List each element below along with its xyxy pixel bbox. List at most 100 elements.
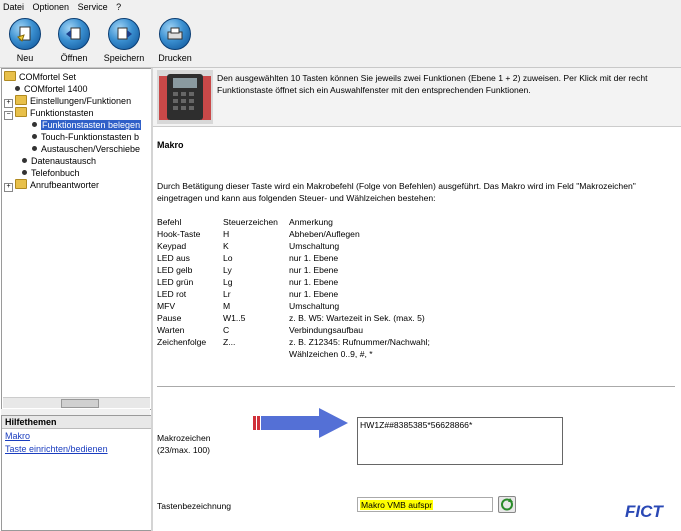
- tree-item-comfortel-1400[interactable]: COMfortel 1400: [15, 83, 88, 95]
- bullet-icon: [32, 134, 37, 139]
- table-cell: LED aus: [157, 253, 190, 263]
- table-cell: Lo: [223, 253, 233, 263]
- table-cell: Umschaltung: [289, 241, 340, 251]
- description-line-2: eingetragen und kann aus folgenden Steue…: [157, 193, 436, 203]
- table-cell: LED grün: [157, 277, 194, 287]
- bullet-icon: [32, 146, 37, 151]
- table-cell: Umschaltung: [289, 301, 340, 311]
- description-line-1: Durch Betätigung dieser Taste wird ein M…: [157, 181, 636, 191]
- banner-line-1: Den ausgewählten 10 Tasten können Sie je…: [217, 73, 648, 83]
- table-cell: H: [223, 229, 230, 239]
- new-button[interactable]: Neu: [0, 18, 50, 63]
- description: Durch Betätigung dieser Taste wird ein M…: [157, 180, 677, 204]
- tree-item-einstellungen[interactable]: + Einstellungen/Funktionen: [4, 95, 131, 108]
- table-cell: nur 1. Ebene: [289, 277, 339, 287]
- save-icon: [108, 18, 140, 50]
- folder-icon: [15, 107, 27, 117]
- printer-icon: [159, 18, 191, 50]
- table-cell: LED gelb: [157, 265, 193, 275]
- open-label: Öffnen: [60, 53, 88, 63]
- print-label: Drucken: [158, 53, 192, 63]
- menu-datei[interactable]: Datei: [0, 0, 27, 12]
- table-cell: Z...: [223, 337, 236, 347]
- help-header: Hilfethemen: [2, 416, 151, 429]
- makro-label: Makrozeichen (23/max. 100): [157, 432, 211, 456]
- save-button[interactable]: Speichern: [99, 18, 149, 63]
- table-cell: W1..5: [223, 313, 246, 323]
- table-cell: Zeichenfolge: [157, 337, 207, 347]
- tree-item-funktionstasten-belegen[interactable]: Funktionstasten belegen: [32, 119, 142, 131]
- table-cell: z. B. W5: Wartezeit in Sek. (max. 5): [289, 313, 425, 323]
- header-anmerkung: Anmerkung: [289, 217, 333, 227]
- new-document-icon: [9, 18, 41, 50]
- tree-item-funktionstasten[interactable]: − Funktionstasten: [4, 107, 94, 120]
- menu-service[interactable]: Service: [75, 0, 111, 12]
- tastenbezeichnung-value: Makro VMB aufspr: [360, 500, 434, 510]
- collapse-icon[interactable]: −: [4, 111, 13, 120]
- table-cell: nur 1. Ebene: [289, 289, 339, 299]
- open-icon: [58, 18, 90, 50]
- bullet-icon: [32, 122, 37, 127]
- tree-item-datenaustausch[interactable]: Datenaustausch: [22, 155, 96, 167]
- apply-button[interactable]: [498, 496, 516, 513]
- bullet-icon: [15, 86, 20, 91]
- table-cell: LED rot: [157, 289, 187, 299]
- watermark: FICT: [625, 502, 663, 521]
- table-cell: K: [223, 241, 229, 251]
- content-panel: Den ausgewählten 10 Tasten können Sie je…: [153, 68, 681, 531]
- table-cell: nur 1. Ebene: [289, 265, 339, 275]
- table-cell: Warten: [157, 325, 185, 335]
- makrozeichen-label: Makrozeichen: [157, 433, 211, 443]
- expand-icon[interactable]: +: [4, 183, 13, 192]
- toolbar: Neu Öffnen Speichern Drucken: [0, 15, 681, 68]
- table-cell: Wählzeichen 0..9, #, *: [289, 349, 373, 359]
- table-cell: C: [223, 325, 230, 335]
- table-cell: Lr: [223, 289, 231, 299]
- bullet-icon: [22, 170, 27, 175]
- table-cell: Abheben/Auflegen: [289, 229, 360, 239]
- table-cell: Hook-Taste: [157, 229, 201, 239]
- table-cell: Ly: [223, 265, 232, 275]
- help-link-makro[interactable]: Makro: [2, 429, 151, 442]
- navigation-tree: COMfortel Set COMfortel 1400 + Einstellun…: [1, 68, 152, 410]
- open-button[interactable]: Öffnen: [49, 18, 99, 63]
- table-cell: M: [223, 301, 231, 311]
- makro-count: (23/max. 100): [157, 445, 211, 455]
- scrollbar-thumb[interactable]: [61, 399, 99, 408]
- tree-item-anrufbeantworter[interactable]: + Anrufbeantworter: [4, 179, 99, 192]
- header-befehl: Befehl: [157, 217, 182, 227]
- menu-optionen[interactable]: Optionen: [30, 0, 73, 12]
- separator: [157, 386, 675, 387]
- table-cell: z. B. Z12345: Rufnummer/Nachwahl;: [289, 337, 430, 347]
- menu-bar: Datei Optionen Service ?: [0, 0, 681, 15]
- tastenbezeichnung-input[interactable]: Makro VMB aufspr: [357, 497, 493, 512]
- tree-item-telefonbuch[interactable]: Telefonbuch: [22, 167, 80, 179]
- tree-item-touch-funktionstasten[interactable]: Touch-Funktionstasten b: [32, 131, 139, 143]
- print-button[interactable]: Drucken: [150, 18, 200, 63]
- section-title: Makro: [157, 140, 184, 150]
- header-steuerzeichen: Steuerzeichen: [223, 217, 278, 227]
- table-cell: MFV: [157, 301, 176, 311]
- help-panel: Hilfethemen Makro Taste einrichten/bedie…: [1, 415, 152, 531]
- menu-help[interactable]: ?: [113, 0, 124, 12]
- makro-input[interactable]: HW1Z##8385385*56628866*: [357, 417, 563, 465]
- arrow-icon: [253, 408, 348, 438]
- save-label: Speichern: [103, 53, 145, 63]
- banner-line-2: Funktionstaste öffnet sich ein Auswahlfe…: [217, 85, 531, 95]
- folder-icon: [4, 71, 16, 81]
- tree-item-comfortel-set[interactable]: COMfortel Set: [4, 71, 76, 83]
- tastenbezeichnung-label: Tastenbezeichnung: [157, 501, 232, 511]
- folder-icon: [15, 95, 27, 105]
- tree-item-austauschen[interactable]: Austauschen/Verschiebe: [32, 143, 140, 155]
- help-link-taste-einrichten[interactable]: Taste einrichten/bedienen: [2, 442, 151, 455]
- telephone-icon: [157, 70, 213, 124]
- refresh-icon: [501, 498, 513, 511]
- horizontal-scrollbar[interactable]: [3, 397, 150, 408]
- banner-text: Den ausgewählten 10 Tasten können Sie je…: [217, 72, 681, 96]
- bullet-icon: [22, 158, 27, 163]
- table-cell: nur 1. Ebene: [289, 253, 339, 263]
- table-cell: Keypad: [157, 241, 187, 251]
- folder-icon: [15, 179, 27, 189]
- new-label: Neu: [16, 53, 34, 63]
- table-cell: Lg: [223, 277, 233, 287]
